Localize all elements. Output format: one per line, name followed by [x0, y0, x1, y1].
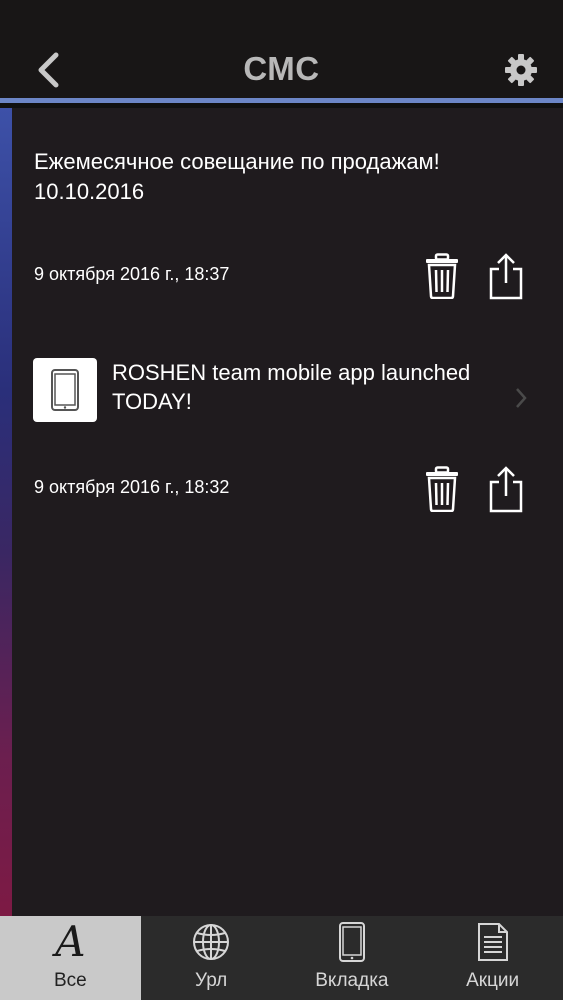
- share-button[interactable]: [486, 465, 526, 513]
- tablet-icon: [51, 369, 79, 411]
- message-date: 9 октября 2016 г., 18:32: [34, 477, 230, 497]
- side-accent-stripe: [0, 108, 12, 916]
- sms-screen: СМС Ежемесячное совещание по продажам! 1…: [0, 0, 563, 1000]
- tab-label: Вкладка: [315, 970, 389, 991]
- message-text-line: Ежемесячное совещание по продажам!: [34, 149, 440, 174]
- bottom-tab-bar: A Все Урл Вкладка Акции: [0, 916, 563, 1000]
- trash-icon: [426, 253, 458, 299]
- gear-icon: [505, 54, 537, 86]
- delete-button[interactable]: [422, 465, 462, 513]
- tab-tab[interactable]: Вкладка: [282, 916, 423, 1000]
- page-title: СМС: [243, 50, 320, 87]
- document-icon: [477, 923, 508, 961]
- tab-label: Все: [54, 970, 87, 991]
- chevron-right-icon: [516, 388, 527, 408]
- header-divider-shadow: [0, 103, 563, 108]
- nav-header: СМС: [0, 0, 563, 98]
- settings-button[interactable]: [501, 50, 541, 90]
- tablet-icon: [338, 922, 365, 962]
- trash-icon: [426, 466, 458, 512]
- message-text: Ежемесячное совещание по продажам! 10.10…: [34, 147, 440, 207]
- link-title-line: TODAY!: [112, 389, 192, 414]
- share-icon: [489, 253, 523, 300]
- share-icon: [489, 466, 523, 513]
- tab-url[interactable]: Урл: [141, 916, 282, 1000]
- message-date: 9 октября 2016 г., 18:37: [34, 264, 230, 284]
- link-title: ROSHEN team mobile app launched TODAY!: [112, 358, 532, 416]
- message-text-line: 10.10.2016: [34, 179, 145, 204]
- letter-a-icon: A: [55, 917, 86, 966]
- link-thumbnail: [33, 358, 97, 422]
- tab-label: Урл: [195, 970, 228, 991]
- tab-promotions[interactable]: Акции: [422, 916, 563, 1000]
- share-button[interactable]: [486, 252, 526, 300]
- tab-label: Акции: [466, 970, 520, 991]
- delete-button[interactable]: [422, 252, 462, 300]
- link-title-line: ROSHEN team mobile app launched: [112, 360, 471, 385]
- tab-all[interactable]: A Все: [0, 916, 141, 1000]
- link-message-row[interactable]: ROSHEN team mobile app launched TODAY!: [0, 350, 563, 430]
- globe-icon: [193, 924, 230, 960]
